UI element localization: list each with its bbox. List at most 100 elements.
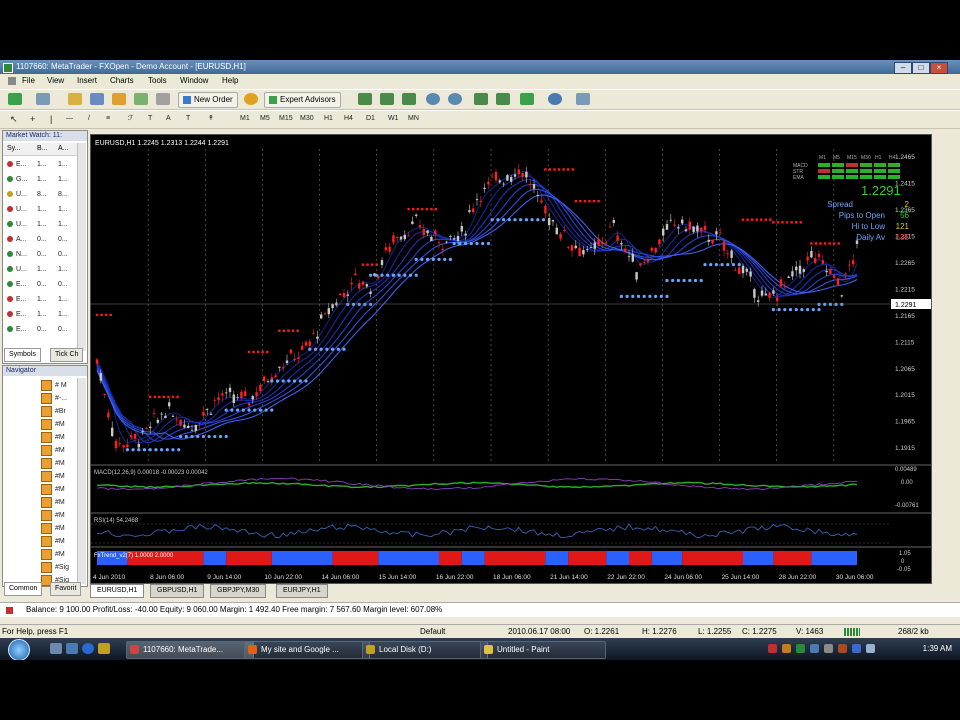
market-watch-row[interactable]: E... 1... 1... <box>3 307 75 322</box>
chart-shift-icon[interactable] <box>496 93 510 105</box>
cursor-icon[interactable]: ↖ <box>10 114 18 124</box>
market-watch-row[interactable]: G... 1... 1... <box>3 172 75 187</box>
navigator-scrollbar[interactable] <box>77 378 86 584</box>
header-bid[interactable]: B... <box>37 143 48 155</box>
profiles-icon[interactable] <box>36 93 50 105</box>
templates-icon[interactable] <box>576 93 590 105</box>
menu-window[interactable]: Window <box>180 74 208 88</box>
market-watch-row[interactable]: U... 1... 1... <box>3 262 75 277</box>
vertical-line-icon[interactable]: | <box>50 114 52 124</box>
zoom-out-icon[interactable] <box>448 93 462 105</box>
clock[interactable]: 1:39 AM <box>923 638 952 660</box>
show-desktop-icon[interactable] <box>50 643 62 654</box>
text-icon[interactable]: T <box>148 114 152 124</box>
arrows-icon[interactable]: ↟ <box>208 114 214 124</box>
trendline-icon[interactable]: / <box>88 114 90 124</box>
chart-tab-gbpjpy-m30[interactable]: GBPJPY,M30 <box>210 584 267 598</box>
price-chart[interactable]: EURUSD,H1 1.2245 1.2313 1.2244 1.2291 1.… <box>91 135 931 583</box>
metaeditor-icon[interactable] <box>244 93 258 105</box>
tray-icon-2[interactable] <box>782 644 791 653</box>
data-window-icon[interactable] <box>90 93 104 105</box>
market-watch-row[interactable]: E... 0... 0... <box>3 322 75 337</box>
trailing-stop-dot <box>777 308 781 312</box>
line-chart-icon[interactable] <box>402 93 416 105</box>
tray-icon-5[interactable] <box>824 644 833 653</box>
trailing-stop-dot <box>201 434 205 439</box>
market-watch-row[interactable]: N... 0... 0... <box>3 247 75 262</box>
candlesticks-icon[interactable] <box>380 93 394 105</box>
navigator-icon[interactable] <box>112 93 126 105</box>
auto-scroll-icon[interactable] <box>474 93 488 105</box>
terminal-icon[interactable] <box>134 93 148 105</box>
tab-common[interactable]: Common <box>4 582 43 596</box>
timeframe-h1[interactable]: H1 <box>324 114 333 124</box>
tray-icon-6[interactable] <box>838 644 847 653</box>
timeframe-m15[interactable]: M15 <box>279 114 293 124</box>
market-watch-icon[interactable] <box>68 93 82 105</box>
market-watch-scrollbar[interactable] <box>77 143 86 351</box>
menu-tools[interactable]: Tools <box>148 74 167 88</box>
header-ask[interactable]: A... <box>58 143 69 155</box>
tab-symbols[interactable]: Symbols <box>4 348 41 362</box>
timeframe-m5[interactable]: M5 <box>260 114 270 124</box>
task-browser[interactable]: My site and Google ... <box>244 641 370 659</box>
header-symbol[interactable]: Sy... <box>7 143 20 155</box>
tab-tick-chart[interactable]: Tick Ch <box>50 348 84 362</box>
new-chart-icon[interactable] <box>8 93 22 105</box>
timeframe-w1[interactable]: W1 <box>388 114 399 124</box>
task-metatrader[interactable]: 1107660: MetaTrade... <box>126 641 254 659</box>
timeframe-d1[interactable]: D1 <box>366 114 375 124</box>
market-watch-row[interactable]: E... 0... 0... <box>3 277 75 292</box>
menu-help[interactable]: Help <box>222 74 238 88</box>
chart-window[interactable]: EURUSD,H1 1.2245 1.2313 1.2244 1.2291 1.… <box>90 134 932 584</box>
internet-explorer-icon[interactable] <box>82 643 94 654</box>
chart-tab-eurjpy-h1[interactable]: EURJPY,H1 <box>276 584 328 598</box>
menu-view[interactable]: View <box>47 74 64 88</box>
chart-tab-eurusd-h1[interactable]: EURUSD,H1 <box>90 584 145 598</box>
candle-body <box>707 239 710 242</box>
trailing-stop-dot <box>230 408 234 412</box>
switch-windows-icon[interactable] <box>66 643 78 654</box>
strategy-tester-icon[interactable] <box>156 93 170 105</box>
script-icon <box>41 418 52 430</box>
market-watch-row[interactable]: U... 8... 8... <box>3 187 75 202</box>
menu-insert[interactable]: Insert <box>77 74 97 88</box>
maximize-button[interactable]: □ <box>912 62 930 74</box>
fibonacci-icon[interactable]: ℱ <box>128 114 134 124</box>
tray-icon-3[interactable] <box>796 644 805 653</box>
market-watch-row[interactable]: U... 1... 1... <box>3 202 75 217</box>
task-local-disk[interactable]: Local Disk (D:) <box>362 641 488 659</box>
bar-chart-icon[interactable] <box>358 93 372 105</box>
volume-icon[interactable] <box>866 644 875 653</box>
label-icon[interactable]: T <box>186 114 190 124</box>
menu-charts[interactable]: Charts <box>110 74 134 88</box>
timeframe-m30[interactable]: M30 <box>300 114 314 124</box>
text-label-icon[interactable]: A <box>166 114 171 124</box>
zoom-in-icon[interactable] <box>426 93 440 105</box>
tray-icon-1[interactable] <box>768 644 777 653</box>
start-button[interactable] <box>8 639 30 660</box>
minimize-button[interactable]: – <box>894 62 912 74</box>
indicators-icon[interactable] <box>520 93 534 105</box>
market-watch-row[interactable]: E... 1... 1... <box>3 292 75 307</box>
close-button[interactable]: × <box>930 62 948 74</box>
channel-icon[interactable]: ≡ <box>106 114 110 124</box>
explorer-icon[interactable] <box>98 643 110 654</box>
network-icon[interactable] <box>852 644 861 653</box>
task-paint[interactable]: Untitled - Paint <box>480 641 606 659</box>
timeframe-m1[interactable]: M1 <box>240 114 250 124</box>
tab-favorites[interactable]: Favorit <box>50 582 82 596</box>
tray-icon-4[interactable] <box>810 644 819 653</box>
menu-file[interactable]: File <box>22 74 35 88</box>
market-watch-row[interactable]: A... 0... 0... <box>3 232 75 247</box>
market-watch-row[interactable]: E... 1... 1... <box>3 157 75 172</box>
crosshair-icon[interactable]: + <box>30 114 35 124</box>
timeframe-h4[interactable]: H4 <box>344 114 353 124</box>
chart-tab-gbpusd-h1[interactable]: GBPUSD,H1 <box>150 584 205 598</box>
market-watch-row[interactable]: U... 1... 1... <box>3 217 75 232</box>
new-order-button[interactable]: New Order <box>178 92 238 108</box>
periods-icon[interactable] <box>548 93 562 105</box>
expert-advisors-button[interactable]: Expert Advisors <box>264 92 341 108</box>
horizontal-line-icon[interactable]: — <box>66 114 73 124</box>
timeframe-mn[interactable]: MN <box>408 114 419 124</box>
